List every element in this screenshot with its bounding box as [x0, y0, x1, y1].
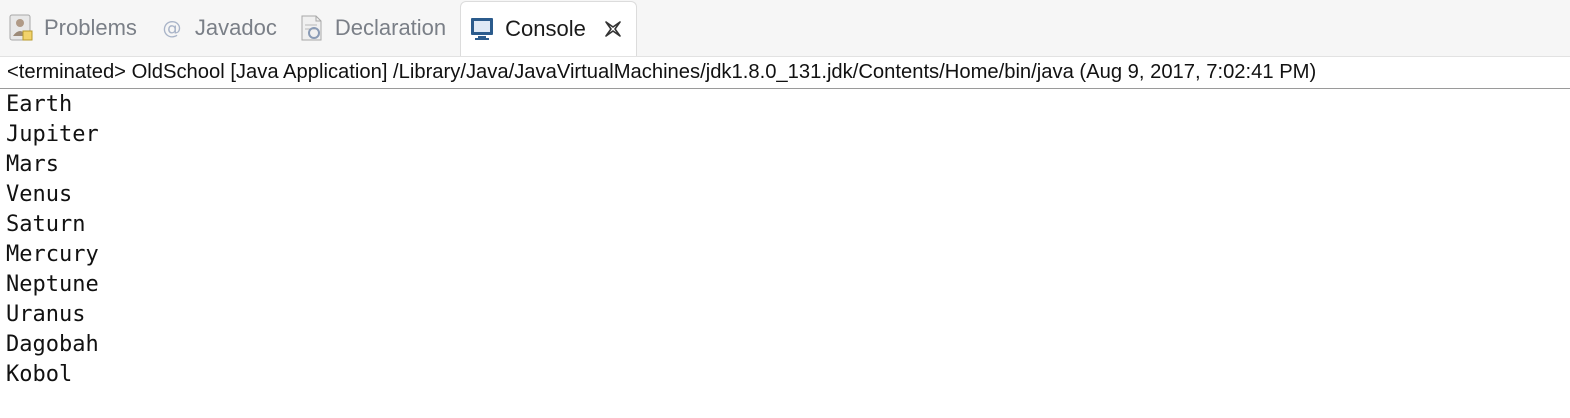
svg-text:@: @: [162, 17, 181, 39]
tab-javadoc[interactable]: @ Javadoc: [151, 0, 291, 56]
close-icon[interactable]: [600, 16, 626, 42]
declaration-icon: [297, 13, 327, 43]
tab-console[interactable]: Console: [460, 1, 637, 56]
tab-label: Console: [505, 16, 586, 41]
console-view: Problems @ Javadoc Declaration Console <…: [0, 0, 1570, 418]
console-line: Neptune: [6, 272, 99, 297]
console-line: Saturn: [6, 212, 86, 237]
process-status-line: <terminated> OldSchool [Java Application…: [0, 57, 1570, 89]
console-line: Mercury: [6, 242, 99, 267]
console-line: Earth: [6, 92, 73, 117]
tab-label: Javadoc: [194, 14, 277, 40]
console-line: Kobol: [6, 362, 73, 387]
console-line: Jupiter: [6, 122, 99, 147]
tab-declaration[interactable]: Declaration: [291, 0, 460, 56]
tab-label: Declaration: [334, 14, 447, 40]
tab-label: Problems: [44, 14, 137, 40]
console-line: Uranus: [6, 302, 86, 327]
tab-problems[interactable]: Problems: [0, 0, 151, 56]
console-line: Venus: [6, 182, 73, 207]
javadoc-at-icon: @: [157, 13, 187, 43]
console-line: Dagobah: [6, 332, 99, 357]
view-tab-bar: Problems @ Javadoc Declaration Console: [0, 0, 1570, 57]
console-icon: [467, 14, 497, 44]
console-line: Mars: [6, 152, 59, 177]
problems-icon: [6, 13, 36, 43]
console-output[interactable]: Earth Jupiter Mars Venus Saturn Mercury …: [0, 90, 1570, 418]
